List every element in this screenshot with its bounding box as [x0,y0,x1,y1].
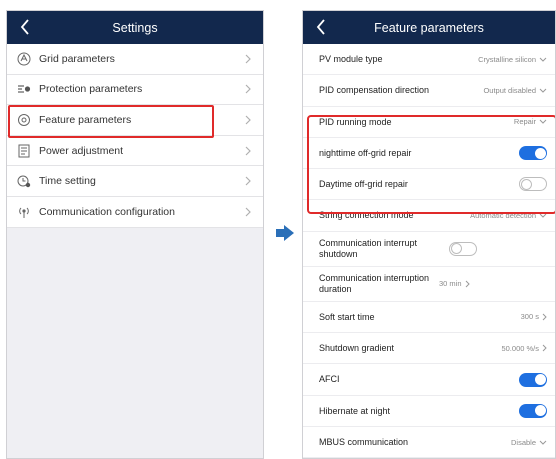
toggle-switch-off[interactable] [519,177,547,192]
param-value: 30 min [439,279,462,289]
menu-item-label: Communication configuration [39,205,175,218]
param-label: PID compensation direction [319,85,430,96]
chevron-right-icon [542,313,547,321]
menu-item-power-adjustment[interactable]: Power adjustment [7,136,263,167]
chevron-right-icon [243,114,253,126]
menu-item-label: Grid parameters [39,52,115,65]
toggle-switch-on[interactable] [519,372,547,387]
screenshot-stage: Settings Grid parameters Protection para… [0,0,556,459]
toggle-switch-on[interactable] [519,146,547,161]
right-arrow-icon [276,225,294,241]
param-pid-running-mode[interactable]: PID running mode Repair [303,107,555,138]
chevron-down-icon [539,440,547,445]
grid-icon [15,50,33,68]
page-title: Feature parameters [374,20,484,35]
param-label: Daytime off-grid repair [319,179,408,190]
param-value-link[interactable]: 30 min [439,279,470,288]
chevron-right-icon [243,206,253,218]
chevron-right-icon [243,53,253,65]
settings-header: Settings [7,11,263,44]
feature-header: Feature parameters [303,11,555,44]
chevron-right-icon [542,344,547,352]
chevron-down-icon [539,57,547,62]
menu-item-label: Protection parameters [39,83,143,96]
param-value: Output disabled [483,85,536,95]
toggle-knob [534,405,546,417]
menu-item-label: Power adjustment [39,144,124,157]
settings-screen: Settings Grid parameters Protection para… [6,10,264,459]
toggle-switch-off[interactable] [449,241,477,256]
feature-parameter-list: PV module type Crystalline silicon PID c… [303,44,555,458]
feature-gear-icon [15,111,33,129]
chevron-down-icon [539,213,547,218]
param-value: 300 s [520,312,539,322]
chevron-down-icon [539,88,547,93]
param-label: PV module type [319,53,383,64]
param-label: AFCI [319,374,340,385]
param-label: nighttime off-grid repair [319,147,412,158]
menu-item-protection-parameters[interactable]: Protection parameters [7,75,263,106]
feature-parameters-screen: Feature parameters PV module type Crysta… [302,10,556,459]
param-mbus-communication[interactable]: MBUS communication Disable [303,427,555,458]
param-value: Repair [513,117,536,127]
param-value: 50.000 %/s [501,343,539,353]
clock-icon [15,172,33,190]
param-label: Soft start time [319,311,375,322]
param-value-dropdown[interactable]: Repair [514,117,547,126]
menu-item-label: Time setting [39,175,96,188]
param-afci[interactable]: AFCI [303,364,555,396]
communication-icon [15,203,33,221]
param-hibernate-at-night[interactable]: Hibernate at night [303,396,555,427]
menu-item-time-setting[interactable]: Time setting [7,166,263,197]
param-daytime-off-grid-repair[interactable]: Daytime off-grid repair [303,169,555,201]
power-adjust-icon [15,142,33,160]
menu-item-label: Feature parameters [39,113,132,126]
param-soft-start-time[interactable]: Soft start time 300 s [303,302,555,334]
back-chevron-icon[interactable] [15,17,35,37]
param-value-link[interactable]: 300 s [521,312,547,321]
param-value-dropdown[interactable]: Automatic detection [470,211,547,220]
chevron-right-icon [243,83,253,95]
chevron-down-icon [539,119,547,124]
settings-menu: Grid parameters Protection parameters Fe… [7,44,263,228]
param-pv-module-type[interactable]: PV module type Crystalline silicon [303,44,555,76]
param-label: Shutdown gradient [319,343,395,354]
protection-icon [15,80,33,98]
menu-item-feature-parameters[interactable]: Feature parameters [7,105,263,136]
param-label: String connection mode [319,210,414,221]
page-title: Settings [112,20,158,35]
param-label: Communication interruption duration [319,273,430,294]
chevron-right-icon [243,145,253,157]
param-value: Disable [510,437,536,447]
menu-item-communication-configuration[interactable]: Communication configuration [7,197,263,228]
param-nighttime-off-grid-repair[interactable]: nighttime off-grid repair [303,138,555,170]
param-value-link[interactable]: 50.000 %/s [501,344,547,353]
param-communication-interruption-duration[interactable]: Communication interruption duration 30 m… [303,267,555,302]
param-label: MBUS communication [319,436,409,447]
chevron-right-icon [465,280,470,288]
param-communication-interrupt-shutdown[interactable]: Communication interrupt shutdown [303,232,555,267]
chevron-right-icon [243,175,253,187]
toggle-knob [451,243,462,255]
param-value: Automatic detection [470,211,536,221]
toggle-knob [521,178,532,190]
param-string-connection-mode[interactable]: String connection mode Automatic detecti… [303,200,555,232]
param-shutdown-gradient[interactable]: Shutdown gradient 50.000 %/s [303,333,555,365]
menu-item-grid-parameters[interactable]: Grid parameters [7,44,263,75]
param-value-dropdown[interactable]: Crystalline silicon [478,55,547,64]
back-chevron-icon[interactable] [311,17,331,37]
param-value-dropdown[interactable]: Disable [511,438,547,447]
param-label: Communication interrupt shutdown [319,238,418,259]
toggle-switch-on[interactable] [519,403,547,418]
toggle-knob [534,147,546,159]
param-label: Hibernate at night [319,405,391,416]
param-pid-compensation-direction[interactable]: PID compensation direction Output disabl… [303,75,555,107]
param-value-dropdown[interactable]: Output disabled [483,86,547,95]
toggle-knob [534,374,546,386]
param-label: PID running mode [319,116,392,127]
param-value: Crystalline silicon [478,54,536,64]
